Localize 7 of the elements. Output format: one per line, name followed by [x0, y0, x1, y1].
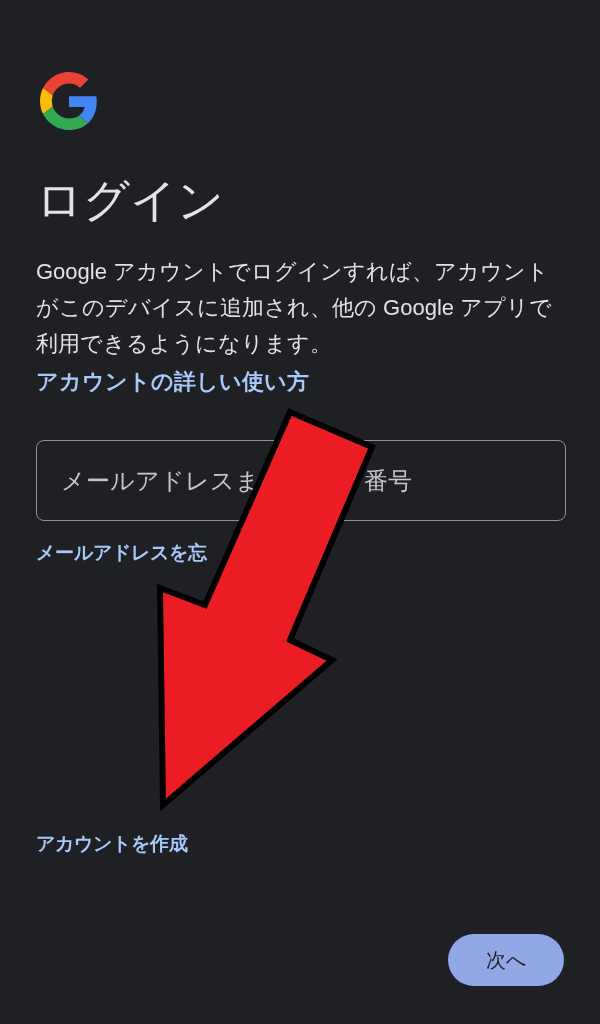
forgot-email-link[interactable]: メールアドレスを忘	[36, 539, 207, 568]
help-link[interactable]: アカウントの詳しい使い方	[36, 364, 309, 400]
next-button[interactable]: 次へ	[448, 934, 564, 986]
description-text: Google アカウントでログインすれば、アカウントがこのデバイスに追加され、他の Google アプリで利用できるようになります。	[36, 258, 554, 358]
create-account-link[interactable]: アカウントを作成	[36, 829, 188, 858]
page-title: ログイン	[36, 173, 225, 228]
logo-icon	[40, 72, 98, 130]
